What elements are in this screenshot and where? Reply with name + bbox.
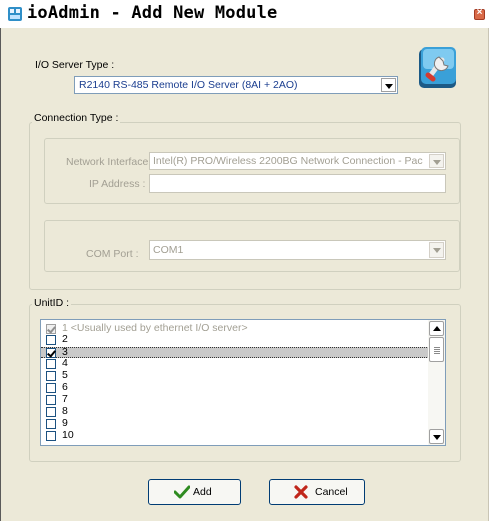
title-bar[interactable]: ioAdmin - Add New Module × (0, 0, 489, 28)
checkbox-icon[interactable] (46, 395, 56, 405)
unitid-item[interactable]: 5 (41, 369, 429, 381)
unitid-item-label: 8 (62, 405, 68, 417)
unitid-item-label: 5 (62, 369, 68, 381)
checkbox-checked-icon[interactable] (46, 324, 56, 334)
unitid-label: UnitID : (32, 297, 72, 309)
unitid-item-label: 2 (62, 333, 68, 345)
checkbox-icon[interactable] (46, 407, 56, 417)
unitid-item-label: 7 (62, 393, 68, 405)
unitid-item[interactable]: 4 (41, 357, 429, 369)
unitid-item-label: 4 (62, 357, 68, 369)
chevron-down-icon[interactable] (381, 78, 396, 92)
add-module-dialog: ioAdmin - Add New Module × I/O Server Ty… (0, 0, 489, 521)
checkbox-checked-icon[interactable] (46, 348, 56, 358)
chevron-down-icon[interactable] (429, 154, 444, 168)
checkbox-icon[interactable] (46, 371, 56, 381)
unitid-item-label: 10 (62, 429, 74, 441)
unitid-item[interactable]: 9 (41, 417, 429, 429)
checkbox-icon[interactable] (46, 431, 56, 441)
checkbox-icon[interactable] (46, 383, 56, 393)
add-button[interactable]: Add (148, 479, 241, 505)
unitid-item-label: 6 (62, 381, 68, 393)
ip-address-field[interactable] (149, 174, 446, 193)
add-button-label: Add (193, 486, 212, 498)
cancel-button[interactable]: Cancel (269, 479, 365, 505)
app-icon (8, 7, 22, 21)
unitid-item-label: 9 (62, 417, 68, 429)
checkbox-icon[interactable] (46, 419, 56, 429)
unitid-list[interactable]: 1 <Usually used by ethernet I/O server> … (40, 319, 446, 446)
close-button[interactable]: × (474, 7, 485, 20)
server-type-value: R2140 RS-485 Remote I/O Server (8AI + 2A… (79, 79, 298, 91)
com-port-select[interactable]: COM1 (149, 240, 446, 260)
vertical-scrollbar[interactable] (428, 320, 445, 445)
checkmark-icon (174, 485, 190, 499)
server-type-select[interactable]: R2140 RS-485 Remote I/O Server (8AI + 2A… (74, 76, 398, 94)
ip-address-label: IP Address : (89, 178, 146, 190)
checkbox-icon[interactable] (46, 335, 56, 345)
connection-type-label: Connection Type : (32, 112, 121, 124)
unitid-item[interactable]: 1 <Usually used by ethernet I/O server> (41, 322, 429, 334)
close-icon: × (476, 7, 483, 18)
unitid-item[interactable]: 8 (41, 405, 429, 417)
network-interface-value: Intel(R) PRO/Wireless 2200BG Network Con… (153, 155, 423, 167)
settings-wrench-icon (419, 47, 456, 88)
scroll-down-arrow-icon[interactable] (429, 429, 444, 444)
scroll-up-arrow-icon[interactable] (429, 321, 444, 336)
cancel-button-label: Cancel (315, 486, 348, 498)
network-interface-select[interactable]: Intel(R) PRO/Wireless 2200BG Network Con… (149, 152, 446, 170)
unitid-item[interactable]: 10 (41, 429, 429, 441)
unitid-item[interactable]: 2 (41, 333, 429, 345)
window-edge (0, 0, 1, 521)
scroll-thumb[interactable] (429, 337, 444, 362)
unitid-item-label: 1 <Usually used by ethernet I/O server> (62, 322, 248, 334)
chevron-down-icon[interactable] (429, 242, 444, 258)
network-subgroup (44, 138, 460, 204)
unitid-item[interactable]: 7 (41, 393, 429, 405)
unitid-item-selected[interactable]: 3 (41, 346, 429, 358)
unitid-item[interactable]: 6 (41, 381, 429, 393)
server-type-label: I/O Server Type : (35, 59, 115, 71)
com-port-label: COM Port : (86, 248, 139, 260)
network-interface-label: Network Interface : (66, 156, 155, 168)
window-title: ioAdmin - Add New Module (27, 3, 278, 23)
com-port-value: COM1 (153, 244, 184, 256)
x-icon (294, 485, 308, 499)
checkbox-icon[interactable] (46, 359, 56, 369)
